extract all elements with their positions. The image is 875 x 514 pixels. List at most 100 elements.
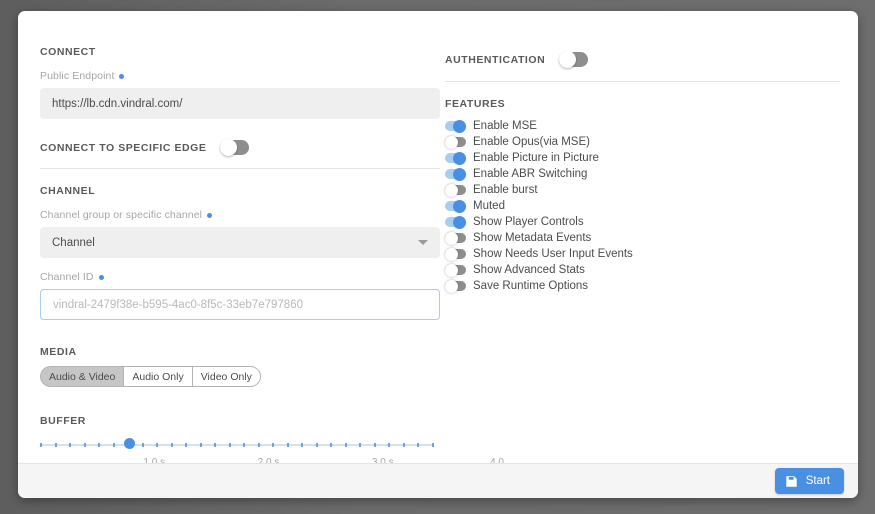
slider-tick — [330, 443, 333, 447]
feature-toggle[interactable] — [445, 263, 466, 277]
start-button[interactable]: Start — [774, 468, 844, 494]
feature-row[interactable]: Show Advanced Stats — [445, 262, 840, 278]
card-body: CONNECT Public Endpoint https://lb.cdn.v… — [18, 11, 858, 479]
channel-id-placeholder: vindral-2479f38e-b595-4ac0-8f5c-33eb7e79… — [53, 298, 303, 311]
feature-toggle[interactable] — [445, 279, 466, 293]
feature-label: Show Needs User Input Events — [473, 248, 633, 260]
slider-tick — [156, 443, 159, 447]
slider-tick — [388, 443, 391, 447]
start-button-label: Start — [805, 475, 830, 487]
feature-toggle[interactable] — [445, 183, 466, 197]
feature-label: Muted — [473, 200, 505, 212]
feature-label: Show Metadata Events — [473, 232, 592, 244]
slider-tick — [272, 443, 275, 447]
card-footer: Start — [18, 463, 858, 498]
save-icon — [785, 475, 798, 488]
toggle-knob — [445, 263, 458, 277]
toggle-knob — [453, 215, 466, 229]
feature-toggle[interactable] — [445, 199, 466, 213]
slider-tick — [257, 443, 260, 447]
feature-label: Enable MSE — [473, 120, 537, 132]
channel-id-label: Channel ID — [40, 271, 440, 283]
required-dot-icon — [207, 212, 213, 218]
toggle-knob — [559, 51, 577, 68]
feature-row[interactable]: Show Player Controls — [445, 214, 840, 230]
feature-toggle[interactable] — [445, 231, 466, 245]
feature-label: Enable burst — [473, 184, 538, 196]
feature-row[interactable]: Show Needs User Input Events — [445, 246, 840, 262]
feature-row[interactable]: Enable Picture in Picture — [445, 150, 840, 166]
channel-id-input[interactable]: vindral-2479f38e-b595-4ac0-8f5c-33eb7e79… — [40, 289, 440, 320]
feature-toggle[interactable] — [445, 215, 466, 229]
toggle-knob — [445, 183, 458, 197]
feature-row[interactable]: Enable MSE — [445, 118, 840, 134]
slider-tick — [243, 443, 246, 447]
left-column: CONNECT Public Endpoint https://lb.cdn.v… — [40, 11, 504, 479]
app-background: CONNECT Public Endpoint https://lb.cdn.v… — [0, 0, 875, 514]
slider-tick — [170, 443, 173, 447]
buffer-slider[interactable] — [40, 438, 434, 452]
slider-tick — [417, 443, 420, 447]
toggle-knob — [445, 279, 458, 293]
media-segmented-control[interactable]: Audio & Video Audio Only Video Only — [40, 366, 261, 387]
channel-id-label-text: Channel ID — [40, 271, 94, 283]
toggle-knob — [220, 139, 238, 156]
feature-row[interactable]: Save Runtime Options — [445, 278, 840, 294]
features-list: Enable MSE Enable Opus(via MSE) Enable Pic… — [445, 118, 840, 294]
slider-tick — [141, 443, 144, 447]
toggle-knob — [453, 151, 466, 165]
feature-label: Show Advanced Stats — [473, 264, 585, 276]
toggle-knob — [453, 167, 466, 181]
slider-tick — [228, 443, 231, 447]
slider-tick — [185, 443, 188, 447]
feature-toggle[interactable] — [445, 135, 466, 149]
slider-tick — [83, 443, 86, 447]
toggle-knob — [453, 199, 466, 213]
channel-group-label-text: Channel group or specific channel — [40, 209, 203, 221]
connect-specific-edge-label: CONNECT TO SPECIFIC EDGE — [40, 141, 207, 154]
slider-tick — [199, 443, 202, 447]
authentication-toggle[interactable] — [559, 51, 589, 68]
feature-row[interactable]: Muted — [445, 198, 840, 214]
toggle-knob — [445, 231, 458, 245]
feature-row[interactable]: Enable ABR Switching — [445, 166, 840, 182]
features-section-title: FEATURES — [445, 98, 506, 110]
public-endpoint-label: Public Endpoint — [40, 70, 440, 82]
left-divider — [40, 168, 440, 169]
feature-toggle[interactable] — [445, 119, 466, 133]
feature-row[interactable]: Enable Opus(via MSE) — [445, 134, 840, 150]
feature-toggle[interactable] — [445, 167, 466, 181]
feature-toggle[interactable] — [445, 151, 466, 165]
feature-toggle[interactable] — [445, 247, 466, 261]
channel-section-title: CHANNEL — [40, 185, 96, 197]
settings-card: CONNECT Public Endpoint https://lb.cdn.v… — [18, 11, 858, 498]
feature-row[interactable]: Enable burst — [445, 182, 840, 198]
slider-tick — [214, 443, 217, 447]
connect-specific-edge-toggle[interactable] — [220, 139, 250, 156]
buffer-slider-thumb[interactable] — [124, 438, 136, 449]
channel-group-select[interactable]: Channel — [40, 227, 440, 258]
feature-row[interactable]: Show Metadata Events — [445, 230, 840, 246]
slider-tick — [54, 443, 57, 447]
public-endpoint-value: https://lb.cdn.vindral.com/ — [52, 97, 183, 110]
connect-section-title: CONNECT — [40, 46, 96, 58]
media-section-title: MEDIA — [40, 346, 77, 358]
feature-label: Enable ABR Switching — [473, 168, 588, 180]
required-dot-icon — [119, 73, 125, 79]
public-endpoint-label-text: Public Endpoint — [40, 70, 115, 82]
authentication-label: AUTHENTICATION — [445, 53, 546, 66]
public-endpoint-input[interactable]: https://lb.cdn.vindral.com/ — [40, 88, 440, 119]
media-option-audio-only[interactable]: Audio Only — [123, 366, 192, 387]
connect-specific-edge-row[interactable]: CONNECT TO SPECIFIC EDGE — [40, 139, 440, 156]
media-option-video-only[interactable]: Video Only — [191, 366, 261, 387]
slider-tick — [431, 443, 434, 447]
media-option-audio-video[interactable]: Audio & Video — [40, 366, 124, 387]
channel-group-label: Channel group or specific channel — [40, 209, 440, 221]
slider-tick — [286, 443, 289, 447]
slider-tick — [373, 443, 376, 447]
slider-tick — [69, 443, 72, 447]
feature-label: Enable Opus(via MSE) — [473, 136, 590, 148]
slider-tick — [112, 443, 115, 447]
toggle-knob — [453, 119, 466, 133]
authentication-row[interactable]: AUTHENTICATION — [445, 51, 840, 68]
